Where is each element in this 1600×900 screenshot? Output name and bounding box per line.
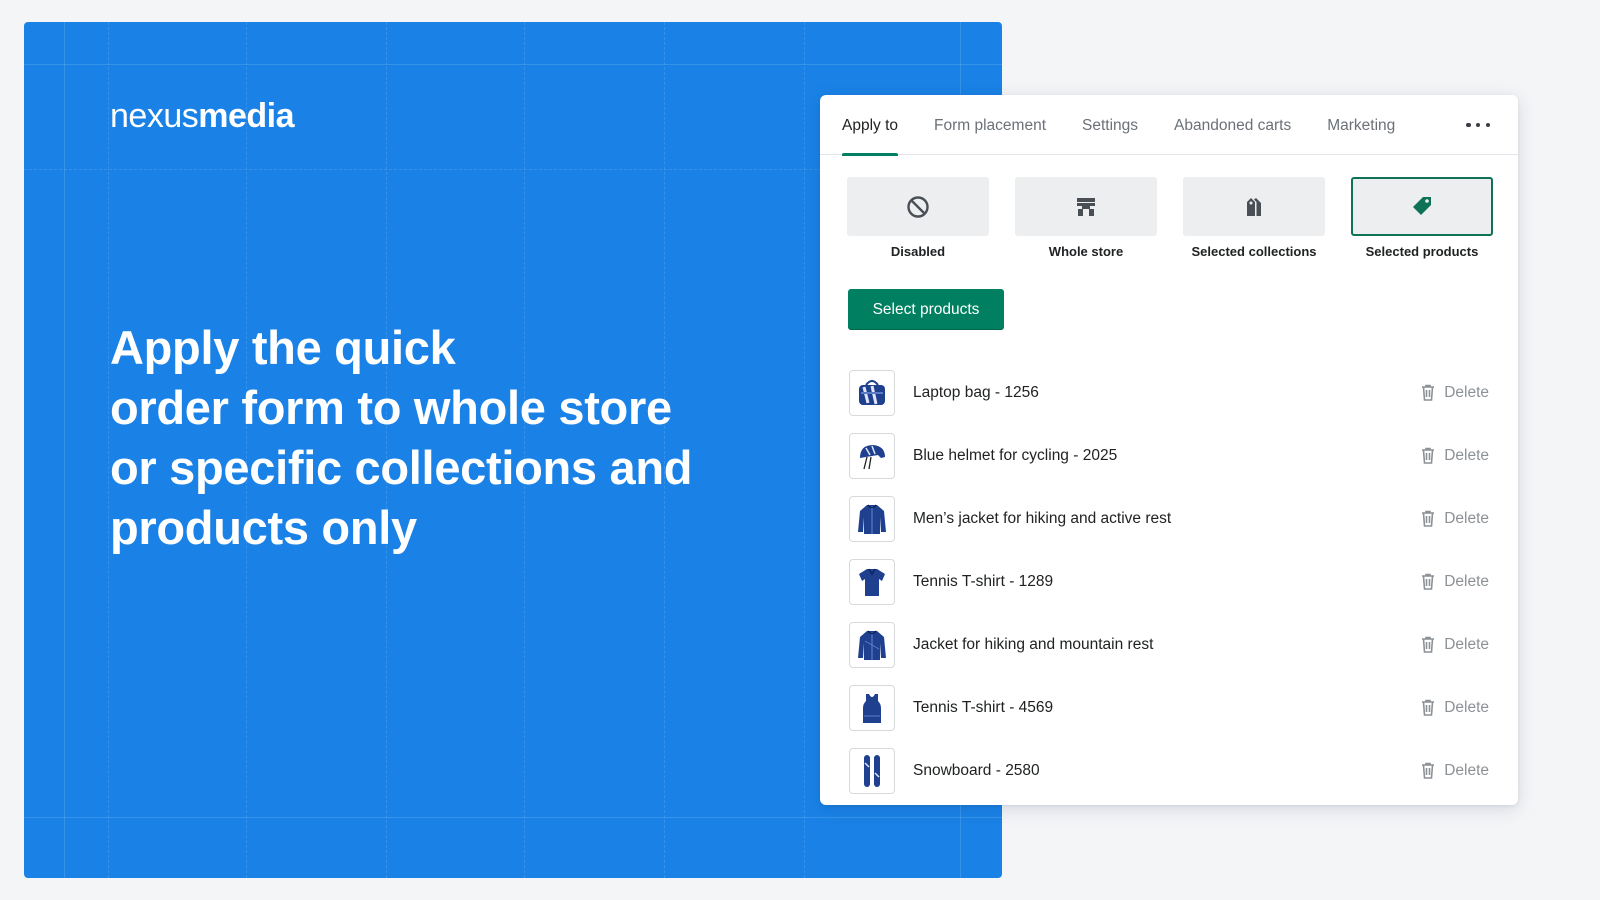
store-icon	[1077, 197, 1095, 216]
product-thumbnail	[849, 432, 895, 479]
trash-icon	[1422, 447, 1435, 464]
option-label: Selected collections	[1191, 244, 1317, 259]
more-options-icon[interactable]	[1466, 117, 1490, 133]
tanktop-thumbnail-icon	[863, 693, 881, 723]
delete-button[interactable]: Delete	[1420, 384, 1489, 402]
product-name: Blue helmet for cycling - 2025	[913, 446, 1118, 464]
product-name: Tennis T-shirt - 1289	[913, 572, 1054, 590]
guide-line	[804, 22, 805, 878]
trash-icon	[1422, 510, 1435, 527]
snowboard-thumbnail-icon	[864, 754, 880, 787]
collections-icon	[1247, 197, 1261, 216]
tab-marketing[interactable]: Marketing	[1327, 95, 1395, 155]
tshirt-thumbnail-icon	[859, 568, 885, 596]
delete-label: Delete	[1444, 572, 1489, 590]
product-row: Tennis T-shirt - 4569 Delete	[849, 676, 1489, 739]
option-whole-store[interactable]: Whole store	[1015, 177, 1157, 259]
product-row: Jacket for hiking and mountain rest Dele…	[849, 613, 1489, 676]
delete-label: Delete	[1444, 509, 1489, 527]
tab-settings[interactable]: Settings	[1082, 95, 1138, 155]
delete-button[interactable]: Delete	[1420, 447, 1489, 465]
product-row: Men’s jacket for hiking and active rest …	[849, 487, 1489, 550]
guide-line	[24, 64, 1002, 65]
product-thumbnail	[849, 495, 895, 542]
option-whole-store-box	[1015, 177, 1157, 236]
option-disabled[interactable]: Disabled	[847, 177, 989, 259]
trash-icon	[1422, 573, 1435, 590]
apply-to-options: Disabled Whole store Selected collection…	[847, 177, 1519, 259]
product-row: Snowboard - 2580 Delete	[849, 739, 1489, 802]
product-thumbnail	[849, 369, 895, 416]
product-row: Tennis T-shirt - 1289 Delete	[849, 550, 1489, 613]
delete-button[interactable]: Delete	[1420, 573, 1489, 591]
tag-icon	[1413, 196, 1431, 215]
headline: Apply the quick order form to whole stor…	[110, 318, 750, 558]
product-thumbnail	[849, 621, 895, 668]
delete-button[interactable]: Delete	[1420, 762, 1489, 780]
delete-label: Delete	[1444, 698, 1489, 716]
product-row: Laptop bag - 1256 Delete	[849, 361, 1489, 424]
jacket-thumbnail-icon	[858, 504, 886, 534]
product-list: Laptop bag - 1256 Delete Blue helmet for…	[849, 361, 1489, 802]
guide-line	[64, 22, 65, 878]
disabled-icon	[907, 195, 929, 218]
option-label: Selected products	[1365, 244, 1479, 259]
product-thumbnail	[849, 747, 895, 794]
tab-bar: Apply to Form placement Settings Abandon…	[820, 95, 1518, 156]
product-name: Men’s jacket for hiking and active rest	[913, 509, 1172, 527]
headline-line: order form to whole store	[110, 381, 672, 434]
delete-button[interactable]: Delete	[1420, 636, 1489, 654]
delete-label: Delete	[1444, 761, 1489, 779]
trash-icon	[1422, 384, 1435, 401]
option-label: Whole store	[1048, 244, 1124, 259]
option-label: Disabled	[890, 244, 946, 259]
tab-form-placement[interactable]: Form placement	[934, 95, 1046, 155]
product-name: Tennis T-shirt - 4569	[913, 698, 1054, 716]
delete-button[interactable]: Delete	[1420, 699, 1489, 717]
jacket-thumbnail-icon	[858, 630, 886, 660]
headline-line: Apply the quick	[110, 321, 456, 374]
option-selected-collections-box	[1183, 177, 1325, 236]
helmet-thumbnail-icon	[860, 444, 885, 469]
option-selected-products[interactable]: Selected products	[1351, 177, 1493, 259]
trash-icon	[1422, 636, 1435, 653]
product-name: Snowboard - 2580	[913, 761, 1040, 779]
product-thumbnail	[849, 684, 895, 731]
option-disabled-box	[847, 177, 989, 236]
delete-label: Delete	[1444, 383, 1489, 401]
bag-thumbnail-icon	[859, 379, 885, 405]
product-thumbnail	[849, 558, 895, 605]
option-selected-collections[interactable]: Selected collections	[1183, 177, 1325, 259]
settings-panel: Apply to Form placement Settings Abandon…	[820, 95, 1518, 805]
tab-apply-to[interactable]: Apply to	[842, 95, 899, 156]
delete-button[interactable]: Delete	[1420, 510, 1489, 528]
trash-icon	[1422, 762, 1435, 779]
delete-label: Delete	[1444, 446, 1489, 464]
guide-line	[24, 817, 1002, 818]
product-row: Blue helmet for cycling - 2025 Delete	[849, 424, 1489, 487]
brand-logo: nexusmedia	[110, 96, 294, 136]
product-name: Jacket for hiking and mountain rest	[913, 635, 1154, 653]
headline-line: or specific collections and	[110, 441, 693, 494]
option-selected-products-box	[1351, 177, 1493, 236]
delete-label: Delete	[1444, 635, 1489, 653]
brand-logo-bold: media	[198, 97, 294, 135]
product-name: Laptop bag - 1256	[913, 383, 1039, 401]
select-products-button[interactable]: Select products	[848, 289, 1004, 330]
brand-logo-light: nexus	[110, 97, 199, 135]
trash-icon	[1422, 699, 1435, 716]
guide-line	[108, 22, 109, 878]
headline-line: products only	[110, 501, 417, 554]
tab-abandoned-carts[interactable]: Abandoned carts	[1174, 95, 1291, 155]
